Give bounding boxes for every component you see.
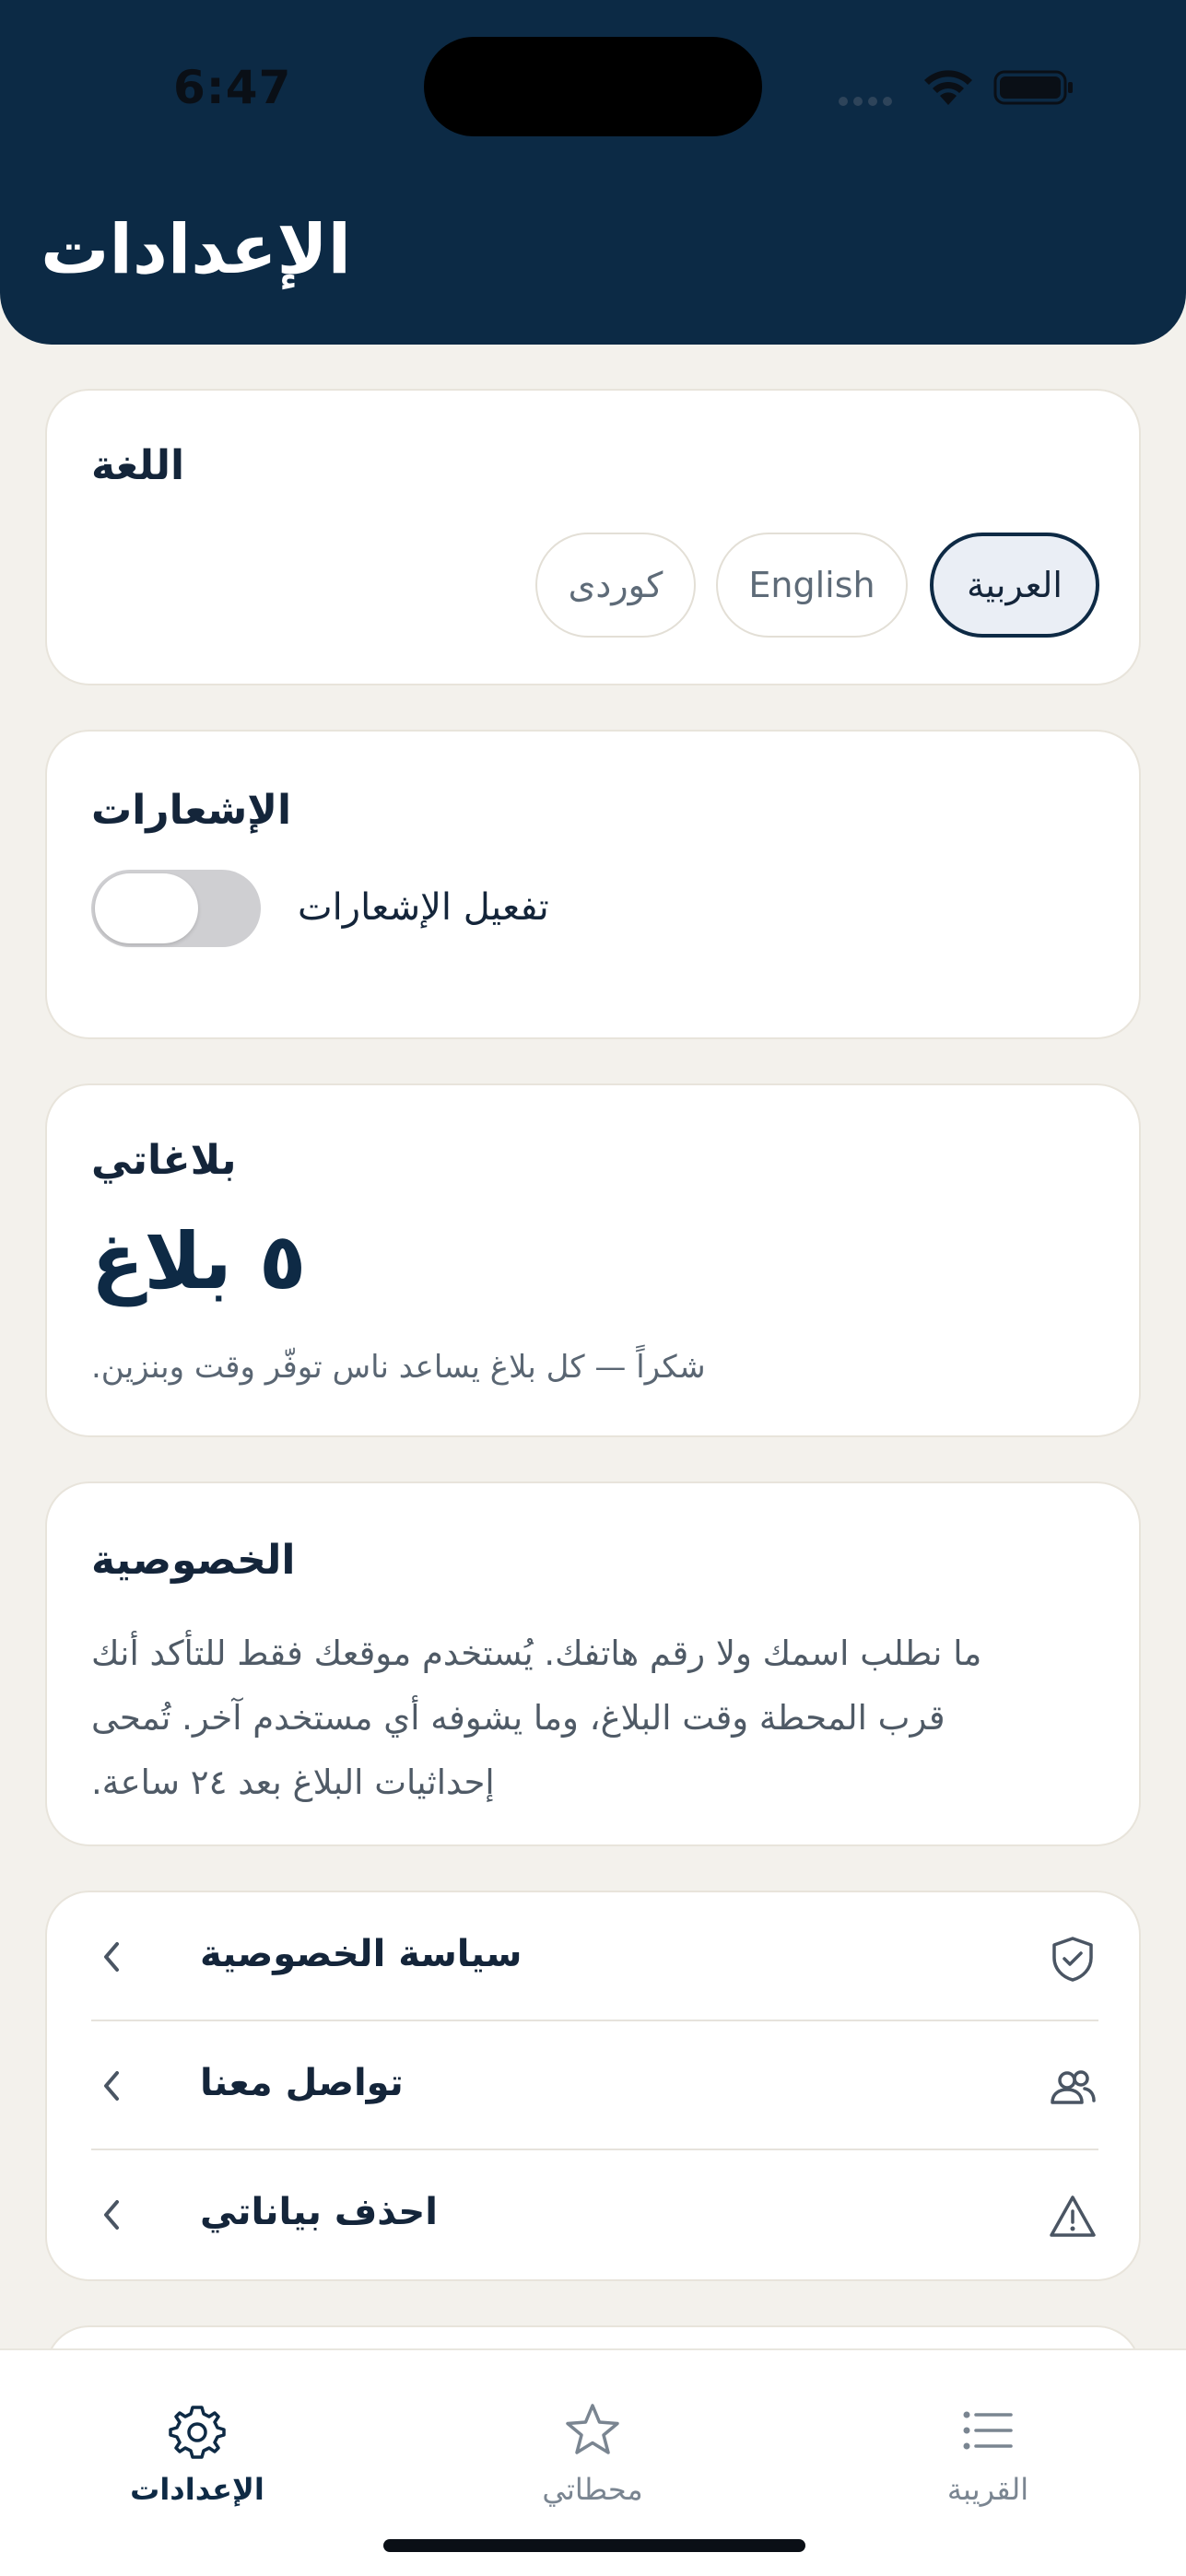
notifications-card: الإشعارات تفعيل الإشعارات — [45, 730, 1141, 1039]
privacy-line: إحداثيات البلاغ بعد ٢٤ ساعة. — [91, 1762, 495, 1802]
language-option-english[interactable]: English — [716, 533, 908, 638]
privacy-title: الخصوصية — [91, 1537, 296, 1584]
tab-label: الإعدادات — [130, 2472, 264, 2507]
contact-us-link[interactable]: تواصل معنا — [91, 2021, 1098, 2150]
privacy-policy-link[interactable]: سياسة الخصوصية — [91, 1892, 1098, 2021]
reports-card: بلاغاتي ٥ بلاغ شكراً — كل بلاغ يساعد ناس… — [45, 1083, 1141, 1437]
tab-nearby[interactable]: القريبة — [850, 2400, 1126, 2529]
list-icon — [963, 2411, 1013, 2450]
language-title: اللغة — [91, 442, 185, 489]
chevron-left-icon — [104, 2200, 119, 2230]
chevron-left-icon — [104, 2071, 119, 2101]
star-icon — [566, 2404, 619, 2454]
header: 6:47 الإعدادات — [0, 0, 1186, 345]
reports-count: ٥ بلاغ — [91, 1216, 307, 1306]
language-card: اللغة العربية English كوردى — [45, 389, 1141, 685]
link-label: احذف بياناتي — [200, 2191, 438, 2233]
notifications-title: الإشعارات — [91, 787, 292, 834]
link-label: تواصل معنا — [200, 2062, 404, 2104]
privacy-card: الخصوصية ما نطلب اسمك ولا رقم هاتفك. يُس… — [45, 1481, 1141, 1846]
tab-label: محطاتي — [542, 2472, 643, 2507]
tab-my-stations[interactable]: محطاتي — [454, 2400, 731, 2529]
gear-icon — [169, 2406, 226, 2459]
notifications-toggle[interactable] — [91, 870, 261, 947]
cellular-signal-icon — [839, 92, 899, 106]
delete-data-link[interactable]: احذف بياناتي — [91, 2150, 1098, 2279]
tab-label: القريبة — [946, 2472, 1029, 2507]
privacy-line: ما نطلب اسمك ولا رقم هاتفك. يُستخدم موقع… — [91, 1633, 982, 1673]
settings-screen: 6:47 الإعدادات اللغة العربية English كور… — [0, 0, 1186, 2576]
links-card: سياسة الخصوصية تواصل معنا احذف بياناتي — [45, 1891, 1141, 2281]
reports-title: بلاغاتي — [91, 1137, 237, 1184]
users-icon — [1051, 2070, 1096, 2104]
tab-settings[interactable]: الإعدادات — [59, 2400, 335, 2529]
language-option-arabic[interactable]: العربية — [930, 533, 1099, 638]
warning-icon — [1050, 2195, 1096, 2237]
privacy-text: ما نطلب اسمك ولا رقم هاتفك. يُستخدم موقع… — [91, 1622, 1123, 1815]
notifications-toggle-label: تفعيل الإشعارات — [298, 886, 549, 929]
link-label: سياسة الخصوصية — [200, 1933, 523, 1975]
chevron-left-icon — [104, 1942, 119, 1972]
status-time: 6:47 — [173, 61, 292, 114]
battery-icon — [993, 70, 1073, 105]
privacy-line: قرب المحطة وقت البلاغ، وما يشوفه أي مستخ… — [91, 1698, 945, 1738]
language-option-kurdish[interactable]: كوردى — [535, 533, 696, 638]
home-indicator — [383, 2539, 805, 2552]
dynamic-island — [424, 37, 762, 136]
shield-check-icon — [1052, 1937, 1093, 1982]
wifi-icon — [924, 70, 972, 105]
toggle-knob — [95, 873, 198, 943]
page-title: الإعدادات — [41, 210, 351, 289]
reports-note: شكراً — كل بلاغ يساعد ناس توفّر وقت وبنز… — [91, 1349, 706, 1386]
